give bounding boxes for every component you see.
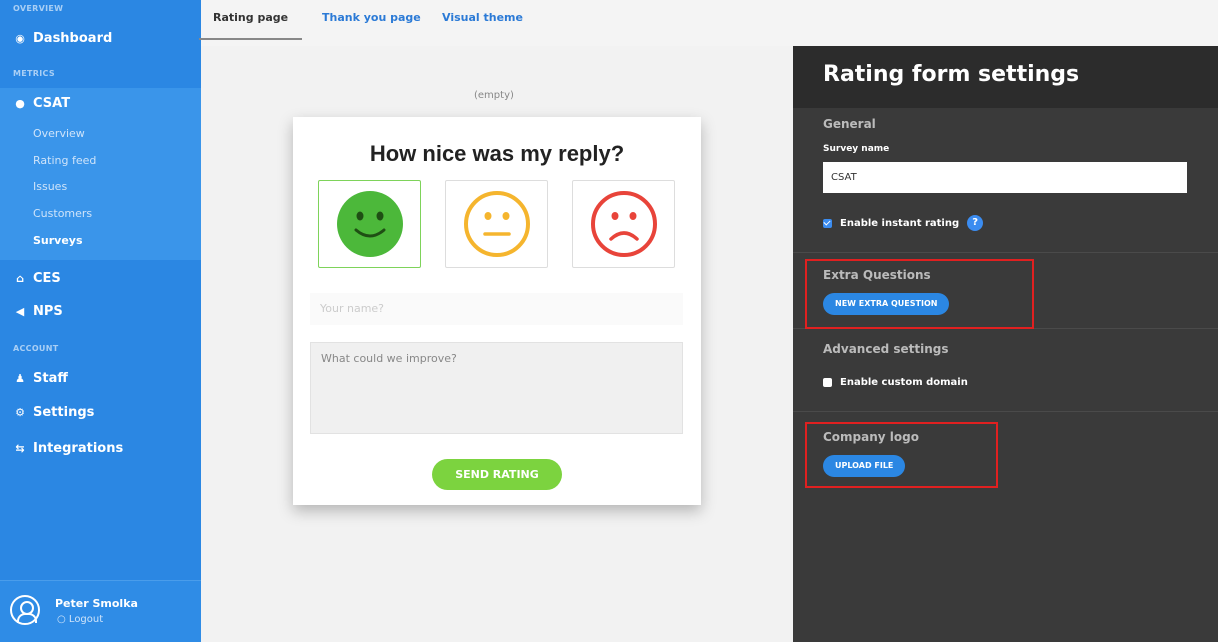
sidebar-subitem-customers[interactable]: Customers (33, 207, 92, 220)
rating-option-sad[interactable] (572, 180, 675, 268)
sidebar: OVERVIEW ◉ Dashboard METRICS ● CSAT Over… (0, 0, 201, 642)
sidebar-item-csat[interactable]: ● CSAT (13, 96, 70, 111)
sidebar-subitem-surveys[interactable]: Surveys (33, 234, 83, 247)
custom-domain-label: Enable custom domain (840, 377, 968, 388)
ces-icon: ⌂ (16, 272, 24, 285)
divider (793, 252, 1218, 253)
sidebar-subitem-issues[interactable]: Issues (33, 180, 67, 193)
gear-icon: ⚙ (15, 406, 25, 419)
sidebar-item-settings[interactable]: ⚙ Settings (13, 405, 94, 420)
user-name: Peter Smolka (55, 597, 138, 610)
tab-rating-page[interactable]: Rating page (199, 11, 303, 40)
rating-option-neutral[interactable] (445, 180, 548, 268)
settings-header: Rating form settings (793, 46, 1218, 108)
csat-group-background (0, 88, 201, 260)
divider (793, 411, 1218, 412)
sidebar-item-label: NPS (33, 304, 63, 319)
rating-form-preview: How nice was my reply? Your name? What c… (293, 117, 701, 505)
sidebar-item-label: CSAT (33, 96, 71, 111)
settings-panel: Rating form settings General Survey name… (793, 46, 1218, 642)
instant-rating-checkbox[interactable] (823, 218, 832, 228)
logout-link[interactable]: ○ Logout (57, 614, 103, 625)
rating-question: How nice was my reply? (369, 141, 625, 166)
megaphone-icon: ◀ (15, 305, 25, 318)
name-input[interactable]: Your name? (310, 293, 683, 325)
chat-bubble-icon: ● (15, 97, 25, 110)
sidebar-item-ces[interactable]: ⌂ CES (13, 271, 61, 286)
section-metrics: METRICS (13, 69, 55, 78)
survey-name-label: Survey name (823, 144, 890, 154)
sidebar-item-integrations[interactable]: ⇆ Integrations (13, 441, 123, 456)
instant-rating-row: Enable instant rating ? (823, 215, 984, 231)
instant-rating-label: Enable instant rating (840, 217, 960, 229)
improve-textarea[interactable]: What could we improve? (310, 342, 683, 434)
settings-title: Rating form settings (823, 62, 1080, 87)
sidebar-item-nps[interactable]: ◀ NPS (13, 304, 63, 319)
happy-face-icon (337, 191, 403, 257)
sidebar-subitem-overview[interactable]: Overview (33, 127, 85, 140)
custom-domain-checkbox[interactable] (823, 378, 832, 387)
sidebar-item-label: Integrations (33, 441, 124, 456)
sidebar-subitem-rating-feed[interactable]: Rating feed (33, 154, 96, 167)
dashboard-icon: ◉ (15, 32, 25, 45)
staff-icon: ♟ (15, 372, 25, 385)
send-rating-button[interactable]: SEND RATING (432, 459, 562, 490)
power-icon: ○ (57, 614, 66, 625)
general-heading: General (823, 117, 876, 131)
highlight-extra-questions (805, 259, 1034, 329)
highlight-company-logo (805, 422, 998, 488)
sidebar-item-dashboard[interactable]: ◉ Dashboard (13, 31, 112, 46)
sidebar-item-label: CES (33, 271, 61, 286)
sidebar-item-staff[interactable]: ♟ Staff (13, 371, 68, 386)
advanced-settings-heading: Advanced settings (823, 342, 949, 356)
empty-label: (empty) (474, 90, 514, 101)
integrations-icon: ⇆ (15, 442, 25, 455)
sad-face-icon (591, 191, 657, 257)
section-overview: OVERVIEW (13, 4, 64, 13)
section-account: ACCOUNT (13, 344, 59, 353)
logout-label: Logout (68, 614, 104, 625)
custom-domain-row: Enable custom domain (823, 377, 968, 388)
user-avatar-icon[interactable] (10, 595, 40, 625)
sidebar-item-label: Settings (33, 405, 95, 420)
neutral-face-icon (464, 191, 530, 257)
tab-bar: Rating page Thank you page Visual theme (199, 0, 1218, 46)
sidebar-item-label: Dashboard (33, 31, 113, 46)
help-icon[interactable]: ? (967, 215, 984, 231)
survey-name-input[interactable]: CSAT (823, 162, 1187, 193)
tab-thank-you-page[interactable]: Thank you page (322, 11, 421, 38)
rating-option-happy[interactable] (318, 180, 421, 268)
user-panel: Peter Smolka ○ Logout (0, 580, 201, 642)
tab-visual-theme[interactable]: Visual theme (442, 11, 523, 38)
sidebar-item-label: Staff (33, 371, 68, 386)
